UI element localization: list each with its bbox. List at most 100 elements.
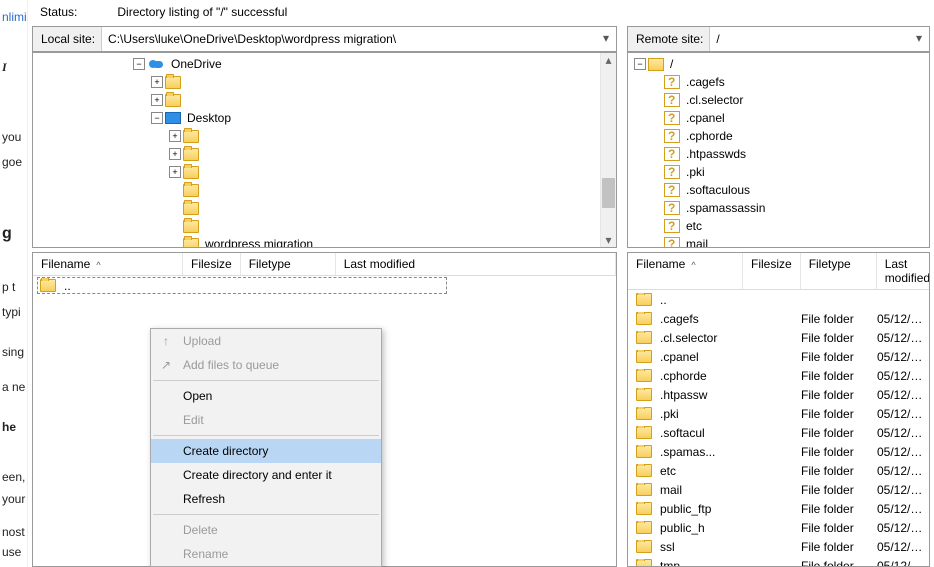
column-filename[interactable]: Filename^ — [628, 253, 743, 289]
context-menu: ↑ Upload ↗ Add files to queue Open Edit … — [150, 328, 382, 567]
folder-icon — [183, 220, 199, 233]
unknown-folder-icon — [664, 183, 680, 197]
expand-icon[interactable]: + — [169, 166, 181, 178]
local-site-input[interactable] — [102, 30, 616, 48]
folder-icon — [636, 540, 652, 553]
tree-node[interactable] — [33, 217, 600, 235]
remote-site-panel: Remote site: ▾ — [627, 26, 930, 52]
column-filetype[interactable]: Filetype — [801, 253, 877, 289]
menu-rename[interactable]: Rename — [151, 542, 381, 566]
unknown-folder-icon — [664, 165, 680, 179]
list-item[interactable]: .cl.selectorFile folder05/12/2018 20 — [628, 328, 929, 347]
tree-node[interactable]: .htpasswds — [628, 145, 913, 163]
tree-node[interactable]: + — [33, 91, 600, 109]
column-filesize[interactable]: Filesize — [743, 253, 801, 289]
scroll-up-icon[interactable]: ▴ — [601, 53, 616, 67]
tree-node[interactable]: .softaculous — [628, 181, 913, 199]
tree-node-onedrive[interactable]: − OneDrive — [33, 55, 600, 73]
local-tree-scrollbar[interactable]: ▴ ▾ — [600, 53, 616, 247]
local-site-label: Local site: — [33, 32, 101, 46]
remote-tree-pane[interactable]: − / .cagefs.cl.selector.cpanel.cphorde.h… — [627, 52, 930, 248]
column-lastmodified[interactable]: Last modified — [336, 253, 616, 275]
collapse-icon[interactable]: − — [151, 112, 163, 124]
folder-icon — [636, 464, 652, 477]
tree-node[interactable]: + — [33, 145, 600, 163]
folder-icon — [165, 94, 181, 107]
tree-node[interactable]: .cphorde — [628, 127, 913, 145]
tree-node-root[interactable]: − / — [628, 55, 913, 73]
column-filename[interactable]: Filename^ — [33, 253, 183, 275]
collapse-icon[interactable]: − — [634, 58, 646, 70]
expand-icon[interactable]: + — [151, 76, 163, 88]
menu-add-to-queue[interactable]: ↗ Add files to queue — [151, 353, 381, 377]
list-item[interactable]: .htpasswFile folder05/12/2018 20 — [628, 385, 929, 404]
tree-node[interactable]: .pki — [628, 163, 913, 181]
collapse-icon[interactable]: − — [133, 58, 145, 70]
remote-site-label: Remote site: — [628, 32, 709, 46]
unknown-folder-icon — [664, 147, 680, 161]
status-bar: Status: Directory listing of "/" success… — [32, 2, 930, 22]
folder-icon — [636, 407, 652, 420]
unknown-folder-icon — [664, 237, 680, 247]
list-item[interactable]: .softaculFile folder05/12/2018 20 — [628, 423, 929, 442]
tree-node-desktop[interactable]: − Desktop — [33, 109, 600, 127]
expand-icon[interactable]: + — [169, 148, 181, 160]
menu-edit[interactable]: Edit — [151, 408, 381, 432]
sort-asc-icon: ^ — [691, 260, 695, 270]
list-item[interactable]: .spamas...File folder05/12/2018 20 — [628, 442, 929, 461]
list-item[interactable]: public_ftpFile folder05/12/2018 20 — [628, 499, 929, 518]
scroll-down-icon[interactable]: ▾ — [601, 233, 616, 247]
remote-site-dropdown[interactable]: ▾ — [911, 29, 927, 47]
expand-icon[interactable]: + — [151, 94, 163, 106]
onedrive-icon — [147, 58, 165, 70]
folder-icon — [636, 312, 652, 325]
unknown-folder-icon — [664, 111, 680, 125]
menu-open[interactable]: Open — [151, 384, 381, 408]
tree-node[interactable]: mail — [628, 235, 913, 247]
folder-icon — [636, 502, 652, 515]
list-item[interactable]: .cpanelFile folder05/12/2018 20 — [628, 347, 929, 366]
folder-icon — [636, 483, 652, 496]
local-site-dropdown[interactable]: ▾ — [598, 29, 614, 47]
list-item[interactable]: mailFile folder05/12/2018 20 — [628, 480, 929, 499]
menu-upload[interactable]: ↑ Upload — [151, 329, 381, 353]
tree-node[interactable]: .spamassassin — [628, 199, 913, 217]
menu-refresh[interactable]: Refresh — [151, 487, 381, 511]
tree-node[interactable] — [33, 181, 600, 199]
folder-icon — [165, 76, 181, 89]
column-filetype[interactable]: Filetype — [241, 253, 336, 275]
tree-node[interactable] — [33, 199, 600, 217]
queue-icon: ↗ — [159, 358, 173, 372]
tree-node[interactable]: + — [33, 127, 600, 145]
list-item[interactable]: etcFile folder05/12/2018 20 — [628, 461, 929, 480]
unknown-folder-icon — [664, 93, 680, 107]
list-item[interactable]: .cagefsFile folder05/12/2018 20 — [628, 309, 929, 328]
list-item[interactable]: .cphordeFile folder05/12/2018 20 — [628, 366, 929, 385]
column-lastmodified[interactable]: Last modified — [877, 253, 930, 289]
tree-node[interactable]: .cpanel — [628, 109, 913, 127]
list-item[interactable]: .. — [628, 290, 929, 309]
list-item[interactable]: sslFile folder05/12/2018 20 — [628, 537, 929, 556]
upload-icon: ↑ — [159, 334, 173, 348]
menu-create-directory-enter[interactable]: Create directory and enter it — [151, 463, 381, 487]
tree-node[interactable]: .cl.selector — [628, 91, 913, 109]
menu-delete[interactable]: Delete — [151, 518, 381, 542]
tree-node[interactable]: + — [33, 73, 600, 91]
list-item-parent[interactable]: .. — [33, 276, 616, 295]
remote-file-list[interactable]: Filename^ Filesize Filetype Last modifie… — [627, 252, 930, 567]
local-tree-pane[interactable]: − OneDrive + + − Desktop + + + wordpress… — [32, 52, 617, 248]
tree-node[interactable]: + — [33, 163, 600, 181]
unknown-folder-icon — [664, 75, 680, 89]
list-item[interactable]: public_hFile folder05/12/2018 20 — [628, 518, 929, 537]
expand-icon[interactable]: + — [169, 130, 181, 142]
menu-create-directory[interactable]: Create directory — [151, 439, 381, 463]
list-item[interactable]: .pkiFile folder05/12/2018 20 — [628, 404, 929, 423]
folder-icon — [183, 166, 199, 179]
tree-node-selected[interactable]: wordpress migration — [33, 235, 600, 247]
list-item[interactable]: tmpFile folder05/12/2018 20 — [628, 556, 929, 566]
tree-node[interactable]: .cagefs — [628, 73, 913, 91]
background-page-strip: nlimi I you goe g p t typi sing a ne he … — [0, 0, 28, 567]
tree-node[interactable]: etc — [628, 217, 913, 235]
column-filesize[interactable]: Filesize — [183, 253, 241, 275]
remote-site-input[interactable] — [710, 30, 929, 48]
